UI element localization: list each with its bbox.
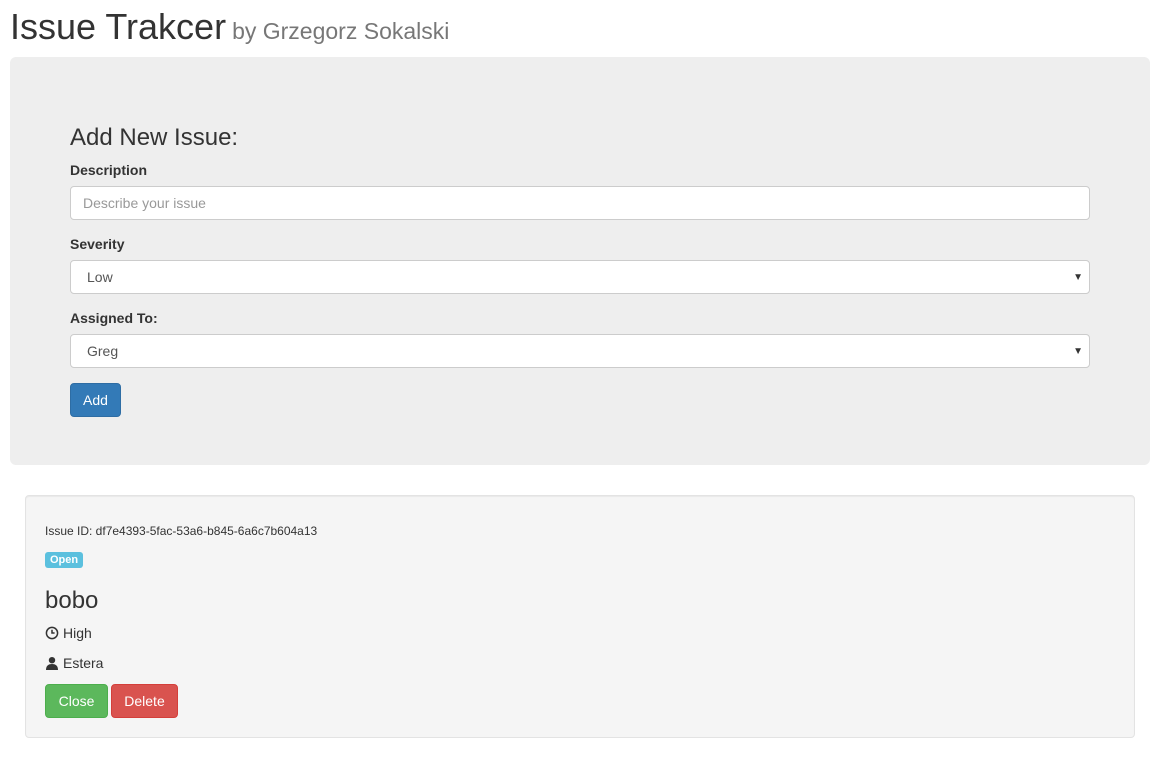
assigned-label: Assigned To: bbox=[70, 310, 158, 326]
chevron-down-icon: ▼ bbox=[1073, 271, 1083, 283]
status-badge: Open bbox=[45, 552, 84, 568]
delete-issue-button[interactable]: Delete bbox=[111, 684, 178, 718]
form-title: Add New Issue: bbox=[70, 124, 239, 151]
description-label: Description bbox=[70, 162, 148, 178]
description-input[interactable] bbox=[70, 186, 1090, 220]
issue-assignee: Estera bbox=[45, 655, 103, 671]
severity-select-value: Low bbox=[87, 269, 113, 285]
add-button[interactable]: Add bbox=[70, 383, 121, 417]
issue-assignee-text: Estera bbox=[63, 655, 104, 671]
page-header: Issue Trakcer by Grzegorz Sokalski bbox=[10, 4, 449, 50]
close-issue-button[interactable]: Close bbox=[45, 684, 108, 718]
clock-icon bbox=[45, 626, 63, 640]
severity-select[interactable]: Low ▼ bbox=[70, 260, 1090, 294]
user-icon bbox=[45, 656, 63, 670]
issue-description: bobo bbox=[45, 587, 99, 614]
assigned-select[interactable]: Greg ▼ bbox=[70, 334, 1090, 368]
issue-card: Issue ID: df7e4393-5fac-53a6-b845-6a6c7b… bbox=[25, 495, 1135, 738]
page-subtitle: by Grzegorz Sokalski bbox=[232, 18, 450, 44]
issue-id: Issue ID: df7e4393-5fac-53a6-b845-6a6c7b… bbox=[45, 524, 318, 538]
issue-severity-text: High bbox=[63, 625, 92, 641]
page-title: Issue Trakcer bbox=[10, 6, 227, 47]
chevron-down-icon: ▼ bbox=[1073, 345, 1083, 357]
add-issue-panel: Add New Issue: Description Severity Low … bbox=[10, 57, 1150, 465]
assigned-select-value: Greg bbox=[87, 343, 119, 359]
issue-severity: High bbox=[45, 625, 92, 641]
severity-label: Severity bbox=[70, 236, 125, 252]
